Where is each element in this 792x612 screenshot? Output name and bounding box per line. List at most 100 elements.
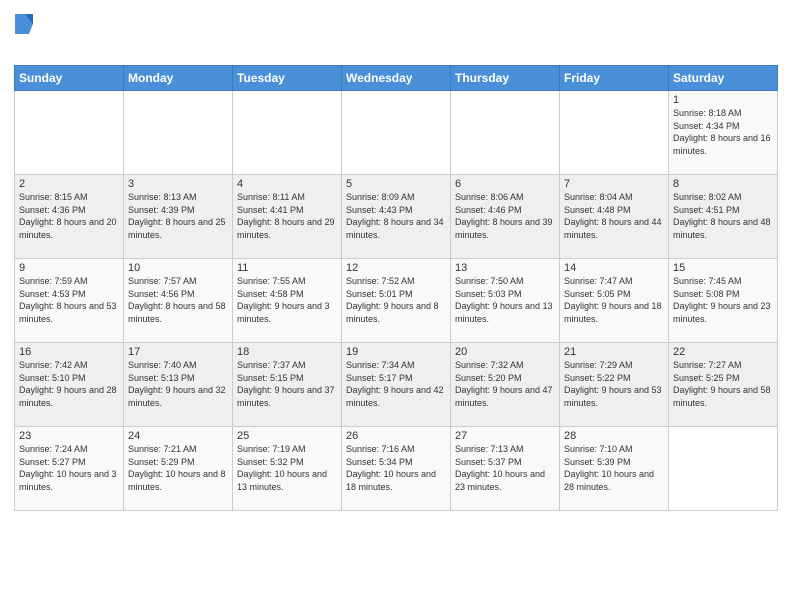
calendar-day-cell: 14Sunrise: 7:47 AM Sunset: 5:05 PM Dayli… (560, 259, 669, 343)
calendar-day-cell: 1Sunrise: 8:18 AM Sunset: 4:34 PM Daylig… (669, 91, 778, 175)
weekday-header-row: SundayMondayTuesdayWednesdayThursdayFrid… (15, 66, 778, 91)
day-number: 7 (564, 178, 664, 190)
day-number: 5 (346, 178, 446, 190)
calendar-day-cell (669, 427, 778, 511)
calendar-week-row: 16Sunrise: 7:42 AM Sunset: 5:10 PM Dayli… (15, 343, 778, 427)
day-number: 23 (19, 430, 119, 442)
day-info: Sunrise: 7:24 AM Sunset: 5:27 PM Dayligh… (19, 443, 119, 493)
calendar-day-cell: 13Sunrise: 7:50 AM Sunset: 5:03 PM Dayli… (451, 259, 560, 343)
calendar-day-cell: 17Sunrise: 7:40 AM Sunset: 5:13 PM Dayli… (124, 343, 233, 427)
calendar-day-cell: 15Sunrise: 7:45 AM Sunset: 5:08 PM Dayli… (669, 259, 778, 343)
calendar-day-cell: 22Sunrise: 7:27 AM Sunset: 5:25 PM Dayli… (669, 343, 778, 427)
day-info: Sunrise: 7:57 AM Sunset: 4:56 PM Dayligh… (128, 275, 228, 325)
day-info: Sunrise: 7:19 AM Sunset: 5:32 PM Dayligh… (237, 443, 337, 493)
calendar-day-cell (451, 91, 560, 175)
day-info: Sunrise: 7:32 AM Sunset: 5:20 PM Dayligh… (455, 359, 555, 409)
day-info: Sunrise: 8:04 AM Sunset: 4:48 PM Dayligh… (564, 191, 664, 241)
page-header (14, 10, 778, 57)
day-number: 28 (564, 430, 664, 442)
day-info: Sunrise: 7:52 AM Sunset: 5:01 PM Dayligh… (346, 275, 446, 325)
day-info: Sunrise: 8:11 AM Sunset: 4:41 PM Dayligh… (237, 191, 337, 241)
day-info: Sunrise: 7:59 AM Sunset: 4:53 PM Dayligh… (19, 275, 119, 325)
day-info: Sunrise: 7:21 AM Sunset: 5:29 PM Dayligh… (128, 443, 228, 493)
calendar-day-cell: 10Sunrise: 7:57 AM Sunset: 4:56 PM Dayli… (124, 259, 233, 343)
calendar-day-cell: 23Sunrise: 7:24 AM Sunset: 5:27 PM Dayli… (15, 427, 124, 511)
calendar-day-cell: 21Sunrise: 7:29 AM Sunset: 5:22 PM Dayli… (560, 343, 669, 427)
day-info: Sunrise: 7:42 AM Sunset: 5:10 PM Dayligh… (19, 359, 119, 409)
day-number: 9 (19, 262, 119, 274)
day-number: 2 (19, 178, 119, 190)
day-info: Sunrise: 8:06 AM Sunset: 4:46 PM Dayligh… (455, 191, 555, 241)
calendar-day-cell: 5Sunrise: 8:09 AM Sunset: 4:43 PM Daylig… (342, 175, 451, 259)
calendar-day-cell: 26Sunrise: 7:16 AM Sunset: 5:34 PM Dayli… (342, 427, 451, 511)
calendar-day-cell: 27Sunrise: 7:13 AM Sunset: 5:37 PM Dayli… (451, 427, 560, 511)
calendar-day-cell: 16Sunrise: 7:42 AM Sunset: 5:10 PM Dayli… (15, 343, 124, 427)
day-number: 24 (128, 430, 228, 442)
day-info: Sunrise: 7:10 AM Sunset: 5:39 PM Dayligh… (564, 443, 664, 493)
calendar-day-cell: 11Sunrise: 7:55 AM Sunset: 4:58 PM Dayli… (233, 259, 342, 343)
day-info: Sunrise: 7:40 AM Sunset: 5:13 PM Dayligh… (128, 359, 228, 409)
calendar-day-cell: 18Sunrise: 7:37 AM Sunset: 5:15 PM Dayli… (233, 343, 342, 427)
day-info: Sunrise: 7:45 AM Sunset: 5:08 PM Dayligh… (673, 275, 773, 325)
logo-icon (15, 14, 33, 34)
calendar-week-row: 2Sunrise: 8:15 AM Sunset: 4:36 PM Daylig… (15, 175, 778, 259)
calendar-week-row: 23Sunrise: 7:24 AM Sunset: 5:27 PM Dayli… (15, 427, 778, 511)
day-number: 26 (346, 430, 446, 442)
calendar-day-cell: 25Sunrise: 7:19 AM Sunset: 5:32 PM Dayli… (233, 427, 342, 511)
calendar-day-cell: 20Sunrise: 7:32 AM Sunset: 5:20 PM Dayli… (451, 343, 560, 427)
day-number: 11 (237, 262, 337, 274)
weekday-header-cell: Monday (124, 66, 233, 91)
calendar-day-cell: 4Sunrise: 8:11 AM Sunset: 4:41 PM Daylig… (233, 175, 342, 259)
weekday-header-cell: Tuesday (233, 66, 342, 91)
day-number: 20 (455, 346, 555, 358)
calendar-day-cell: 24Sunrise: 7:21 AM Sunset: 5:29 PM Dayli… (124, 427, 233, 511)
calendar-day-cell: 28Sunrise: 7:10 AM Sunset: 5:39 PM Dayli… (560, 427, 669, 511)
day-info: Sunrise: 8:09 AM Sunset: 4:43 PM Dayligh… (346, 191, 446, 241)
calendar-day-cell: 8Sunrise: 8:02 AM Sunset: 4:51 PM Daylig… (669, 175, 778, 259)
calendar-day-cell (124, 91, 233, 175)
day-number: 17 (128, 346, 228, 358)
day-number: 1 (673, 94, 773, 106)
calendar-day-cell: 9Sunrise: 7:59 AM Sunset: 4:53 PM Daylig… (15, 259, 124, 343)
day-number: 19 (346, 346, 446, 358)
calendar-day-cell (233, 91, 342, 175)
calendar-day-cell (342, 91, 451, 175)
day-info: Sunrise: 7:29 AM Sunset: 5:22 PM Dayligh… (564, 359, 664, 409)
day-info: Sunrise: 8:15 AM Sunset: 4:36 PM Dayligh… (19, 191, 119, 241)
day-number: 6 (455, 178, 555, 190)
day-info: Sunrise: 7:37 AM Sunset: 5:15 PM Dayligh… (237, 359, 337, 409)
weekday-header-cell: Friday (560, 66, 669, 91)
weekday-header-cell: Thursday (451, 66, 560, 91)
weekday-header-cell: Wednesday (342, 66, 451, 91)
day-number: 14 (564, 262, 664, 274)
day-number: 15 (673, 262, 773, 274)
calendar-day-cell (560, 91, 669, 175)
logo (14, 14, 33, 57)
day-number: 12 (346, 262, 446, 274)
calendar-table: SundayMondayTuesdayWednesdayThursdayFrid… (14, 65, 778, 511)
day-info: Sunrise: 7:27 AM Sunset: 5:25 PM Dayligh… (673, 359, 773, 409)
day-info: Sunrise: 7:34 AM Sunset: 5:17 PM Dayligh… (346, 359, 446, 409)
day-info: Sunrise: 8:02 AM Sunset: 4:51 PM Dayligh… (673, 191, 773, 241)
day-number: 21 (564, 346, 664, 358)
day-number: 10 (128, 262, 228, 274)
calendar-day-cell: 3Sunrise: 8:13 AM Sunset: 4:39 PM Daylig… (124, 175, 233, 259)
weekday-header-cell: Saturday (669, 66, 778, 91)
day-number: 25 (237, 430, 337, 442)
calendar-week-row: 1Sunrise: 8:18 AM Sunset: 4:34 PM Daylig… (15, 91, 778, 175)
day-info: Sunrise: 8:18 AM Sunset: 4:34 PM Dayligh… (673, 107, 773, 157)
day-number: 16 (19, 346, 119, 358)
day-info: Sunrise: 8:13 AM Sunset: 4:39 PM Dayligh… (128, 191, 228, 241)
day-info: Sunrise: 7:13 AM Sunset: 5:37 PM Dayligh… (455, 443, 555, 493)
day-info: Sunrise: 7:50 AM Sunset: 5:03 PM Dayligh… (455, 275, 555, 325)
calendar-day-cell: 19Sunrise: 7:34 AM Sunset: 5:17 PM Dayli… (342, 343, 451, 427)
page-container: SundayMondayTuesdayWednesdayThursdayFrid… (0, 0, 792, 521)
day-number: 18 (237, 346, 337, 358)
day-number: 8 (673, 178, 773, 190)
day-info: Sunrise: 7:16 AM Sunset: 5:34 PM Dayligh… (346, 443, 446, 493)
calendar-day-cell (15, 91, 124, 175)
calendar-day-cell: 2Sunrise: 8:15 AM Sunset: 4:36 PM Daylig… (15, 175, 124, 259)
calendar-day-cell: 7Sunrise: 8:04 AM Sunset: 4:48 PM Daylig… (560, 175, 669, 259)
day-number: 27 (455, 430, 555, 442)
day-info: Sunrise: 7:55 AM Sunset: 4:58 PM Dayligh… (237, 275, 337, 325)
